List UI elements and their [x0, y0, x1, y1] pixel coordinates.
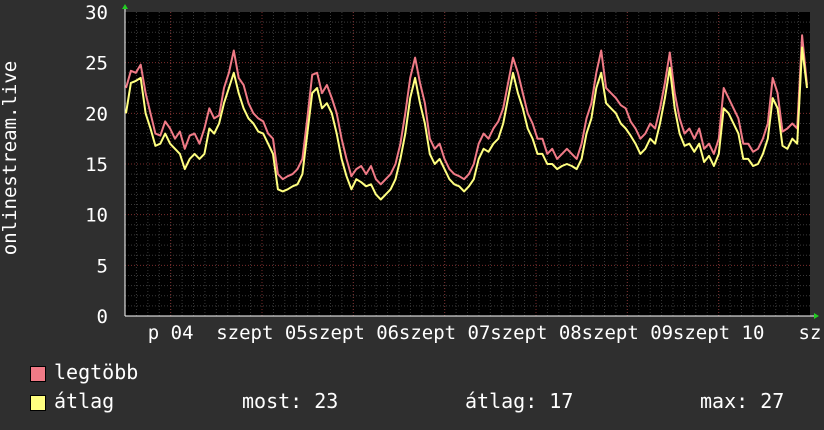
x-tick-label: sz	[799, 322, 822, 344]
legend-swatch-avg	[30, 394, 46, 411]
chart: 0 5 10 15 20 25 30 p 04 szept 05 szept 06 szept 07…	[85, 2, 822, 344]
legend-label-max: legtöbb	[54, 360, 139, 384]
x-tick-label: szept 06	[308, 322, 400, 344]
y-axis-title: onlinestream.live	[0, 0, 22, 316]
stat-avg: átlag: 17	[465, 389, 574, 413]
x-axis-arrow	[814, 313, 819, 319]
y-tick-label: 15	[85, 154, 108, 176]
y-tick-label: 20	[85, 103, 108, 125]
y-tick-label: 25	[85, 53, 108, 75]
y-tick-label: 5	[97, 255, 108, 277]
x-tick-label: szept 07	[399, 322, 491, 344]
legend-item-avg: átlag	[30, 389, 114, 413]
legend-label-avg: átlag	[54, 389, 115, 413]
x-tick-label: szept 10	[673, 322, 765, 344]
legend-swatch-max	[30, 365, 46, 382]
x-tick-label: szept 05	[216, 322, 308, 344]
x-tick-label: szept 09	[582, 322, 674, 344]
y-axis-arrow	[122, 4, 128, 9]
y-tick-label: 10	[85, 205, 108, 227]
y-tick-label: 0	[97, 306, 108, 328]
y-axis-label: onlinestream.live	[0, 60, 21, 256]
y-tick-label: 30	[85, 2, 108, 24]
stat-now: most: 23	[242, 389, 339, 413]
x-tick-label: p 04	[148, 322, 194, 344]
stat-max: max: 27	[700, 389, 785, 413]
x-tick-label: szept 08	[490, 322, 582, 344]
legend-item-max: legtöbb	[30, 360, 138, 384]
